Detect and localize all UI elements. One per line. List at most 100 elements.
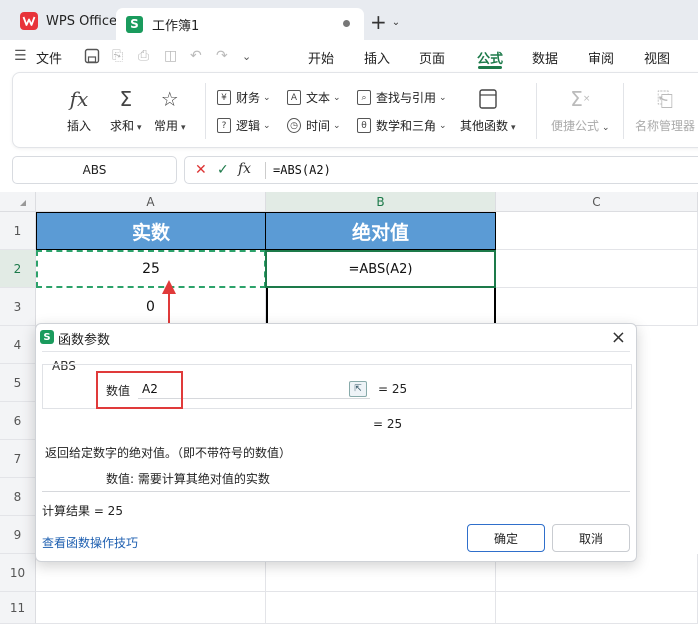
- time-functions-button[interactable]: ◷ 时间 ⌄: [287, 117, 341, 134]
- app-tab-label: WPS Office: [46, 13, 118, 29]
- hamburger-menu-icon[interactable]: ☰: [14, 46, 27, 66]
- cell-b11[interactable]: [266, 592, 496, 624]
- function-arguments-dialog: S 函数参数 × ABS 数值 ⇱ = 25 = 25 返回给定数字的绝对值。（…: [35, 323, 637, 562]
- spreadsheet-icon: S: [126, 15, 143, 33]
- print-preview-icon[interactable]: ◫: [164, 46, 177, 66]
- ok-button[interactable]: 确定: [467, 524, 545, 552]
- link-icon[interactable]: ⎘: [112, 46, 123, 66]
- row-header[interactable]: 3: [0, 288, 36, 326]
- workbook-tab[interactable]: S 工作簿1: [116, 8, 364, 40]
- cell-a1-header[interactable]: 实数: [36, 212, 266, 250]
- row-header[interactable]: 11: [0, 592, 36, 624]
- logic-functions-button[interactable]: ? 逻辑 ⌄: [217, 117, 271, 134]
- finance-icon: ¥: [217, 90, 231, 105]
- other-functions-button[interactable]: 其他函数 ▾: [460, 85, 516, 134]
- title-bar: WPS Office S 工作簿1 + ⌄: [0, 0, 698, 40]
- file-menu[interactable]: 文件: [36, 48, 62, 67]
- column-header-a[interactable]: A: [36, 192, 266, 212]
- column-header-c[interactable]: C: [496, 192, 698, 212]
- dialog-divider: [42, 491, 630, 492]
- collapse-dialog-icon[interactable]: ⇱: [349, 381, 367, 397]
- cell-b2-active[interactable]: =ABS(A2): [265, 250, 496, 288]
- tab-start[interactable]: 开始: [308, 48, 334, 67]
- name-box[interactable]: ABS: [12, 156, 177, 184]
- wps-office-tab[interactable]: WPS Office: [10, 6, 127, 36]
- row-header[interactable]: 1: [0, 212, 36, 250]
- quick-formula-icon: Σ ×: [570, 87, 591, 111]
- cell-c1[interactable]: [496, 212, 698, 250]
- text-functions-button[interactable]: A 文本 ⌄: [287, 89, 341, 106]
- row-header[interactable]: 5: [0, 364, 36, 402]
- column-header-b[interactable]: B: [266, 192, 496, 212]
- cell-b1-header[interactable]: 绝对值: [265, 212, 496, 250]
- row-header[interactable]: 2: [0, 250, 36, 288]
- save-icon[interactable]: [84, 46, 100, 66]
- cell-a3[interactable]: 0: [36, 288, 266, 326]
- wps-logo-icon: [20, 12, 38, 30]
- cell-c3[interactable]: [496, 288, 698, 326]
- insert-function-button[interactable]: fx 插入: [67, 85, 91, 134]
- function-tips-link[interactable]: 查看函数操作技巧: [42, 534, 138, 551]
- print-icon[interactable]: ⎙: [138, 46, 149, 66]
- close-icon[interactable]: ×: [611, 327, 626, 348]
- ribbon-toolbar: fx 插入 Σ 求和 ▾ ☆ 常用 ▾ ¥ 财务 ⌄ ? 逻辑 ⌄ A 文本 ⌄ ◷ 时间 ⌄ ⌕ 查…: [12, 72, 698, 148]
- finance-functions-button[interactable]: ¥ 财务 ⌄: [217, 89, 271, 106]
- cell-c2[interactable]: [496, 250, 698, 288]
- cell-a11[interactable]: [36, 592, 266, 624]
- corner-triangle-icon: [20, 200, 26, 206]
- active-tab-indicator: [478, 66, 502, 69]
- menu-row: ☰ 文件 ⎘ ⎙ ◫ ↶ ↷ ⌄ 开始 插入 页面 公式 数据 审阅 视图: [0, 40, 698, 72]
- function-result: = 25: [373, 417, 403, 431]
- autosum-label: 求和 ▾: [110, 119, 142, 133]
- tab-data[interactable]: 数据: [532, 48, 558, 67]
- sigma-icon: Σ: [119, 87, 133, 111]
- tab-review[interactable]: 审阅: [588, 48, 614, 67]
- finance-label: 财务: [236, 91, 261, 105]
- cancel-icon[interactable]: ✕: [195, 162, 207, 178]
- text-icon: A: [287, 90, 301, 105]
- cell-c11[interactable]: [496, 592, 698, 624]
- lookup-label: 查找与引用: [376, 91, 437, 105]
- quick-access-more-icon[interactable]: ⌄: [242, 46, 251, 66]
- tab-insert[interactable]: 插入: [364, 48, 390, 67]
- quick-formula-button[interactable]: Σ × 便捷公式 ⌄: [551, 85, 610, 134]
- check-icon[interactable]: ✓: [217, 162, 229, 178]
- redo-icon[interactable]: ↷: [216, 46, 228, 66]
- cell-b3[interactable]: [266, 288, 496, 326]
- other-functions-icon: [478, 85, 498, 113]
- lookup-functions-button[interactable]: ⌕ 查找与引用 ⌄: [357, 89, 447, 106]
- unsaved-dot-icon[interactable]: [343, 20, 350, 27]
- formula-input[interactable]: =ABS(A2): [273, 163, 331, 177]
- row-header[interactable]: 8: [0, 478, 36, 516]
- time-label: 时间: [306, 119, 331, 133]
- argument-result: = 25: [378, 382, 408, 396]
- name-manager-label: 名称管理器: [635, 119, 696, 133]
- cell-a2-reference[interactable]: 25: [36, 250, 266, 288]
- row-header[interactable]: 9: [0, 516, 36, 554]
- name-manager-icon: ⎗: [657, 87, 673, 111]
- math-functions-button[interactable]: θ 数学和三角 ⌄: [357, 117, 447, 134]
- common-functions-label: 常用 ▾: [154, 119, 186, 133]
- quick-formula-label: 便捷公式 ⌄: [551, 119, 610, 133]
- undo-icon[interactable]: ↶: [190, 46, 202, 66]
- ribbon-divider: [623, 83, 624, 139]
- name-manager-button[interactable]: ⎗ 名称管理器: [635, 85, 695, 134]
- new-tab-button[interactable]: + ⌄: [370, 10, 400, 34]
- row-header[interactable]: 4: [0, 326, 36, 364]
- star-icon: ☆: [160, 87, 179, 111]
- cancel-button[interactable]: 取消: [552, 524, 630, 552]
- row-header[interactable]: 7: [0, 440, 36, 478]
- red-highlight-box: [96, 371, 183, 409]
- row-header[interactable]: 10: [0, 554, 36, 592]
- tab-page[interactable]: 页面: [419, 48, 445, 67]
- tab-formula[interactable]: 公式: [477, 48, 503, 67]
- tab-view[interactable]: 视图: [644, 48, 670, 67]
- spreadsheet-icon: S: [40, 330, 54, 344]
- common-functions-button[interactable]: ☆ 常用 ▾: [154, 85, 186, 134]
- chevron-down-icon[interactable]: ⌄: [392, 17, 400, 28]
- autosum-button[interactable]: Σ 求和 ▾: [110, 85, 142, 134]
- select-all-corner[interactable]: [0, 192, 36, 212]
- fx-icon[interactable]: fx: [238, 161, 251, 177]
- row-header[interactable]: 6: [0, 402, 36, 440]
- fx-icon: fx: [69, 87, 89, 111]
